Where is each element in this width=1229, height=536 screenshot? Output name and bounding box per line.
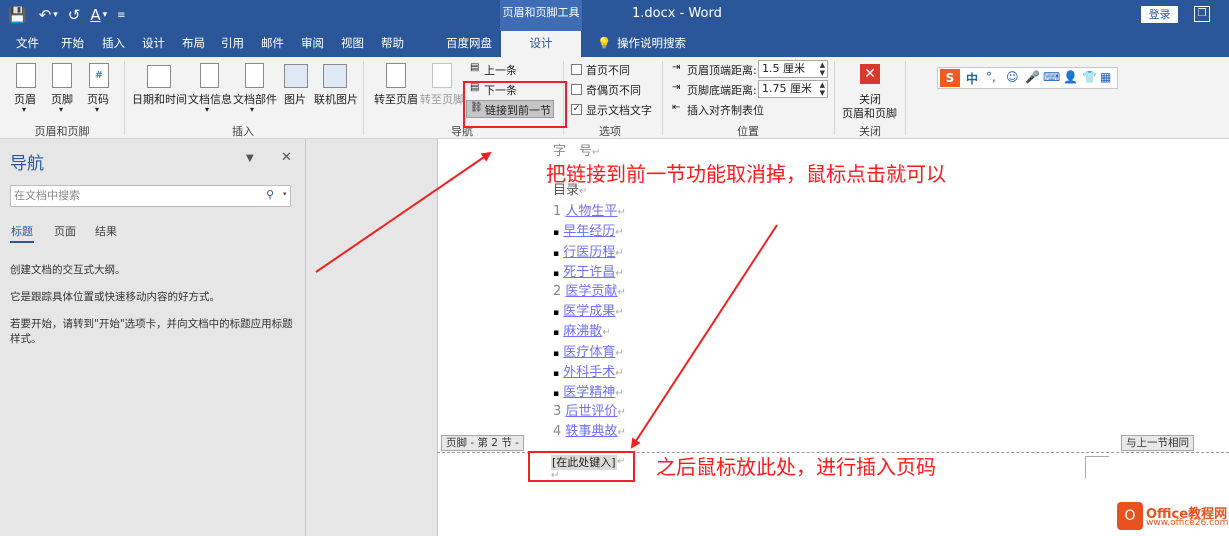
arrow-to-link-button: [315, 151, 492, 273]
arrow-to-footer: [630, 224, 778, 449]
watermark-url: www.office26.com: [1146, 518, 1229, 528]
office-logo-icon: O: [1117, 502, 1143, 530]
annotation-arrows: [315, 151, 778, 449]
